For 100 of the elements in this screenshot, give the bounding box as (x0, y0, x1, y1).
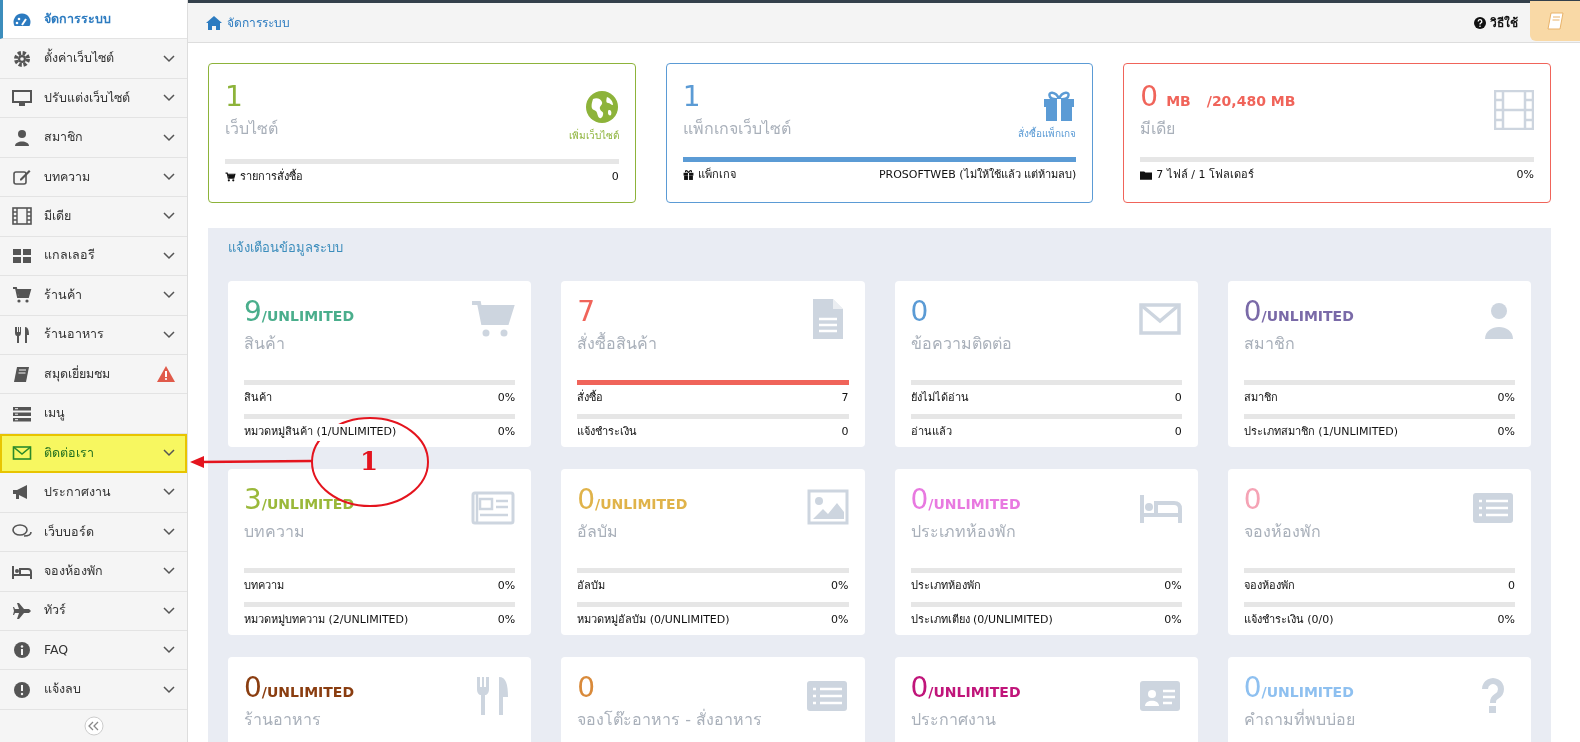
help-link[interactable]: วิธีใช้ (1474, 13, 1518, 32)
card-title: ข้อความติดต่อ (910, 332, 1012, 355)
count-value: 0 (1243, 673, 1262, 704)
sidebar-item[interactable]: ทัวร์ (0, 591, 187, 631)
sidebar-item[interactable]: มีเดีย (0, 197, 187, 237)
card-title: คำถามที่พบบ่อย (1243, 708, 1355, 731)
panel-title: แจ้งเตือนข้อมูลระบบ (228, 238, 344, 257)
count-value: 0 (577, 485, 596, 516)
envelope-icon (12, 444, 32, 463)
sidebar-item[interactable]: ติดต่อเรา (0, 433, 187, 474)
count-value: 1 (225, 82, 243, 113)
chevron-down-icon (163, 172, 175, 181)
chevron-down-icon (163, 330, 175, 339)
chevron-down-icon (163, 685, 175, 694)
manual-tab[interactable] (1530, 1, 1580, 41)
limit-label: /UNLIMITED (261, 496, 355, 514)
card-title: สินค้า (244, 332, 286, 355)
collapse-button[interactable] (83, 715, 104, 736)
card-title: ประเภทห้องพัก (910, 520, 1017, 543)
gift-icon[interactable] (1042, 90, 1077, 122)
edit-icon (12, 167, 32, 186)
limit-label: /UNLIMITED (261, 684, 355, 702)
card-title: สั่งซื้อสินค้า (577, 331, 658, 355)
book-icon (12, 365, 32, 384)
folder-icon (1140, 170, 1153, 181)
chevron-down-icon (163, 54, 175, 63)
card-title: เว็บไซต์ (225, 117, 278, 140)
row-label: หมวดหมู่อัลบัม (0/UNLIMITED) (577, 612, 730, 629)
grid-icon (12, 246, 32, 265)
count-value: 7 (577, 297, 596, 328)
sidebar-item[interactable]: ประกาศงาน (0, 473, 187, 513)
sidebar-item[interactable]: สมุดเยี่ยมชม (0, 354, 187, 395)
sidebar-item[interactable]: เว็บบอร์ด (0, 512, 187, 553)
count-value: 0 (910, 673, 929, 704)
bars-icon (12, 404, 32, 423)
info-icon (12, 641, 32, 660)
sidebar-item[interactable]: แกลเลอรี (0, 236, 187, 277)
chevron-down-icon (163, 133, 175, 142)
chevron-down-icon (163, 567, 175, 576)
count-value: 0 (244, 673, 262, 704)
utensils-icon (12, 325, 32, 344)
sidebar-item[interactable]: ปรับแต่งเว็บไซต์ (0, 78, 187, 119)
limit-label: /UNLIMITED (261, 308, 355, 326)
chevron-down-icon (163, 251, 175, 260)
count-value: 0 (1140, 82, 1159, 113)
sidebar-item[interactable]: FAQ (0, 631, 187, 671)
card-title: จองโต๊ะอาหาร - สั่งอาหาร (577, 708, 763, 731)
chevron-down-icon (163, 488, 175, 497)
card-title: แพ็กเกจเว็บไซต์ (682, 117, 791, 140)
sidebar-item[interactable]: ร้านค้า (0, 276, 187, 316)
card-title: ร้านอาหาร (244, 708, 322, 731)
quota-label: /20,480 MB (1206, 92, 1296, 111)
book-icon (1546, 12, 1564, 30)
home-icon (206, 15, 222, 30)
globe-icon[interactable] (584, 90, 619, 124)
count-value: 0 (910, 297, 929, 328)
card-title: อัลบัม (577, 520, 620, 543)
sidebar-item[interactable]: ร้านอาหาร (0, 315, 187, 355)
chevron-down-icon (163, 449, 175, 458)
limit-label: /UNLIMITED (928, 496, 1021, 514)
count-value: 3 (244, 485, 262, 516)
count-value: 0 (577, 673, 596, 704)
cart-icon (225, 172, 236, 183)
film-icon (1494, 90, 1534, 130)
sidebar-item[interactable]: ตั้งค่าเว็บไซต์ (0, 39, 187, 79)
card-title: จองห้องพัก (1243, 520, 1321, 543)
breadcrumb-link[interactable]: จัดการระบบ (206, 13, 290, 32)
count-value: 0 (1243, 297, 1262, 328)
sidebar-item[interactable]: เมนู (0, 394, 187, 434)
count-value: 0 (1243, 485, 1262, 516)
sidebar-item[interactable]: แจ้งลบ (0, 670, 187, 710)
row-label: หมวดหมู่สินค้า (1/UNLIMITED) (244, 424, 397, 441)
sidebar-item[interactable]: จองห้องพัก (0, 552, 187, 592)
card-title: สมาชิก (1243, 332, 1296, 355)
limit-label: /UNLIMITED (595, 496, 688, 514)
chevron-down-icon (163, 527, 175, 536)
annotation-number: 1 (360, 448, 379, 474)
limit-label: /UNLIMITED (1261, 308, 1354, 326)
chevron-down-icon (163, 646, 175, 655)
card-title: ประกาศงาน (910, 708, 997, 731)
sidebar-item[interactable]: สมาชิก (0, 118, 187, 158)
gear-icon (12, 49, 32, 68)
plane-icon (12, 601, 32, 620)
count-value: 0 (910, 485, 929, 516)
sidebar-item[interactable]: จัดการระบบ (0, 0, 187, 40)
unit-label: MB (1166, 92, 1191, 111)
card-title: มีเดีย (1140, 117, 1177, 140)
chevron-down-icon (163, 291, 175, 300)
exclamation-icon (12, 680, 32, 699)
count-value: 1 (682, 82, 701, 113)
film-icon (12, 207, 32, 226)
user-icon (12, 128, 32, 147)
limit-label: /UNLIMITED (928, 684, 1021, 702)
chevron-down-icon (163, 94, 175, 103)
card-title: บทความ (244, 520, 306, 543)
chevron-down-icon (163, 606, 175, 615)
limit-label: /UNLIMITED (1261, 684, 1354, 702)
sidebar-item[interactable]: บทความ (0, 157, 187, 198)
chevron-down-icon (163, 212, 175, 221)
gift-icon (682, 170, 694, 181)
